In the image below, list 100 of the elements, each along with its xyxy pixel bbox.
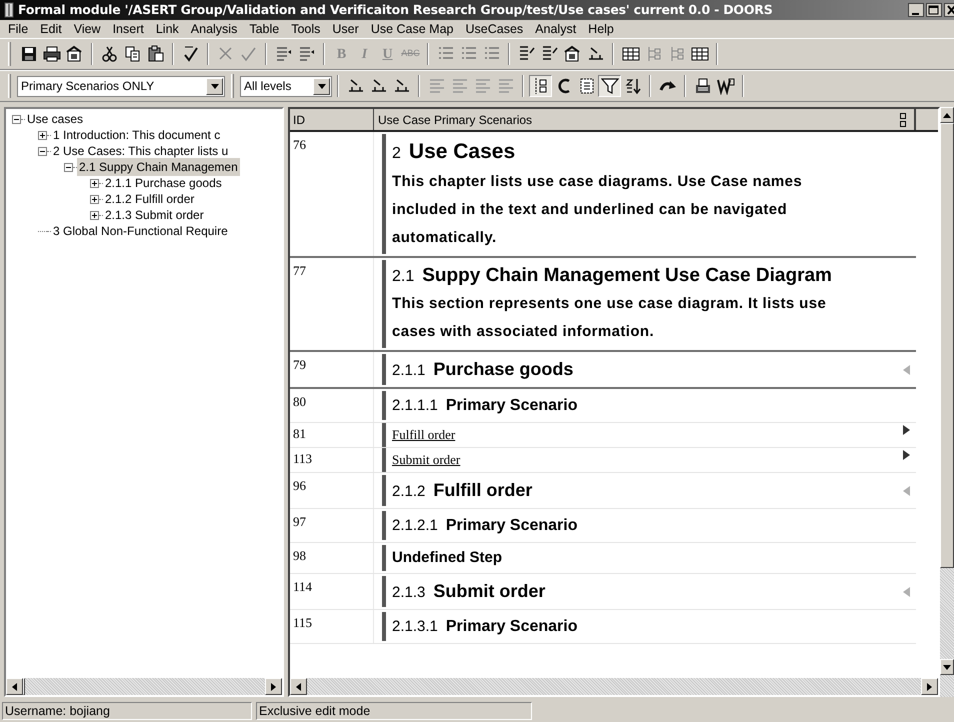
expand-icon[interactable] [90, 210, 99, 220]
menu-item[interactable]: Insert [106, 20, 150, 38]
tree-item[interactable]: 2.1.1 Purchase goods [103, 174, 224, 192]
minimize-icon[interactable] [908, 3, 924, 17]
collapse-icon[interactable] [38, 146, 47, 156]
right-arrow-icon[interactable] [271, 682, 276, 690]
heading-title: Primary Scenario [446, 516, 578, 536]
link[interactable]: Fulfill order [392, 427, 456, 442]
insert-icon[interactable] [540, 45, 558, 63]
cut-icon[interactable] [100, 45, 118, 63]
status-panel: Username: bojiang [2, 702, 252, 720]
word-icon[interactable] [716, 77, 734, 95]
scroll-thumb[interactable] [23, 678, 25, 695]
status-panel: Exclusive edit mode [256, 702, 532, 720]
heading-number: 2.1.3 [392, 583, 426, 603]
table-cell: 81 [290, 423, 374, 447]
column-header[interactable]: Use Case Primary Scenarios [378, 110, 532, 128]
heading-title: Suppy Chain Management Use Case Diagram [422, 264, 832, 288]
window-title: Formal module '/ASERT Group/Validation and Verificaiton Research Group/test/Use cases' current 0.0 - DOORS [18, 0, 772, 19]
heading-title: Purchase goods [433, 358, 574, 381]
horizontal-scrollbar[interactable] [6, 678, 282, 695]
expand-icon[interactable] [90, 194, 99, 204]
window-icon [4, 2, 14, 18]
heading-title: Use Cases [408, 139, 516, 165]
insert-icon[interactable] [518, 45, 536, 63]
filter-icon[interactable] [600, 77, 618, 95]
heading-title: Primary Scenario [446, 617, 578, 637]
heading-number: 2.1.2.1 [392, 516, 438, 536]
left-arrow-icon[interactable] [296, 682, 301, 690]
heading-number: 2.1.2 [392, 482, 426, 502]
printer-icon[interactable] [42, 45, 60, 63]
table-cell: 114 [290, 574, 374, 609]
typewriter-icon[interactable] [694, 77, 712, 95]
heading-number: 2.1 [392, 266, 414, 286]
menu-item[interactable]: Table [243, 20, 286, 38]
tree-item[interactable]: 2.1 Suppy Chain Managemen [77, 158, 240, 176]
paste-icon[interactable] [146, 45, 164, 63]
down-arrow-icon[interactable] [943, 664, 951, 670]
heading-title: Primary Scenario [446, 396, 578, 416]
menu-item[interactable]: File [2, 20, 34, 38]
maximize-icon[interactable] [926, 3, 942, 17]
copy-icon[interactable] [124, 45, 142, 63]
right-arrow-icon[interactable] [927, 682, 932, 690]
table-cell: 77 [290, 258, 374, 350]
tree-item[interactable]: 2.1.2 Fulfill order [103, 190, 196, 208]
caret-icon [318, 84, 326, 88]
up-arrow-icon[interactable] [943, 112, 951, 118]
collapse-icon[interactable] [64, 162, 73, 172]
expand-icon[interactable] [90, 178, 99, 188]
dropdown[interactable]: All levels [240, 76, 332, 96]
table-cell: 97 [290, 509, 374, 542]
paragraph: This section represents one use case diagram. It lists use cases with associated information. [392, 294, 828, 342]
table-cell: 80 [290, 389, 374, 422]
tree-item[interactable]: 2 Use Cases: This chapter lists u [51, 142, 230, 160]
heading-number: 2.1.1.1 [392, 396, 438, 416]
collapse-icon[interactable] [12, 114, 21, 124]
column-splitter-icon[interactable] [900, 112, 906, 126]
table-cell: 115 [290, 610, 374, 643]
menu-item[interactable]: UseCases [460, 20, 530, 38]
scroll-thumb[interactable] [940, 123, 954, 568]
close-icon[interactable] [944, 3, 954, 17]
dropdown[interactable]: Primary Scenarios ONLY [17, 76, 225, 96]
heading-number: 2.1.1 [392, 361, 426, 381]
menu-item[interactable]: User [326, 20, 365, 38]
menu-item[interactable]: Use Case Map [364, 20, 460, 38]
menu-item[interactable]: Edit [34, 20, 68, 38]
tree-item[interactable]: 1 Introduction: This document c [51, 126, 222, 144]
sort-icon[interactable] [624, 77, 642, 95]
table-cell: 79 [290, 352, 374, 387]
horizontal-scrollbar[interactable] [290, 678, 938, 695]
check-icon[interactable] [240, 45, 258, 63]
menu-item[interactable]: Analysis [184, 20, 244, 38]
table-icon[interactable] [622, 45, 640, 63]
menu-item[interactable]: Tools [285, 20, 326, 38]
paragraph: This chapter lists use case diagrams. Use Case names included in the text and underlined can be navigated automatically. [392, 172, 804, 248]
expand-icon[interactable] [38, 130, 47, 140]
heading-number: 2.1.3.1 [392, 617, 438, 637]
save-icon[interactable] [20, 45, 38, 63]
menu-item[interactable]: View [68, 20, 107, 38]
indent-icon[interactable] [274, 45, 292, 63]
table-cell: 96 [290, 473, 374, 508]
table-cell: 76 [290, 132, 374, 256]
step-text: Undefined Step [392, 548, 504, 568]
document-icon[interactable] [578, 77, 596, 95]
heading-number: 2 [392, 144, 401, 164]
tree-item[interactable]: 2.1.3 Submit order [103, 206, 206, 224]
tree-item[interactable]: 3 Global Non-Functional Require [51, 222, 230, 240]
heading-title: Fulfill order [433, 479, 532, 502]
spell-check-icon[interactable] [182, 45, 200, 63]
table-icon[interactable] [690, 45, 708, 63]
vertical-scrollbar[interactable] [940, 107, 954, 697]
menu-item[interactable]: Help [582, 20, 620, 38]
link[interactable]: Submit order [392, 452, 460, 467]
column-header[interactable]: ID [290, 109, 374, 130]
left-arrow-icon[interactable] [12, 682, 17, 690]
table-cell: 98 [290, 543, 374, 573]
indent-icon[interactable] [298, 45, 316, 63]
tree-item[interactable]: Use cases [25, 110, 86, 128]
menu-item[interactable]: Analyst [529, 20, 582, 38]
menu-item[interactable]: Link [150, 20, 185, 38]
